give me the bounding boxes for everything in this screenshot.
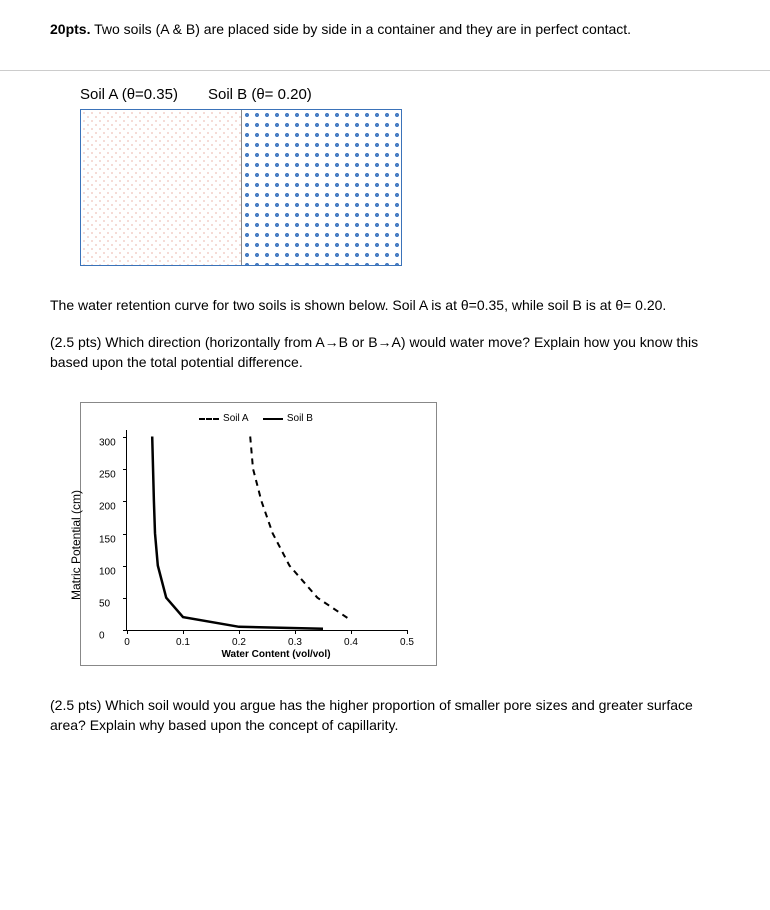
retention-curve-text: The water retention curve for two soils …	[50, 296, 720, 316]
soil-b-label: Soil B (θ= 0.20)	[208, 86, 312, 103]
legend-solid-icon	[263, 418, 283, 420]
legend-soil-a: Soil A	[223, 413, 248, 424]
y-tick-label: 150	[99, 534, 116, 545]
soil-a-label: Soil A (θ=0.35)	[80, 86, 178, 103]
soil-b-box	[242, 110, 402, 265]
chart-curves	[127, 430, 407, 630]
y-tick-label: 250	[99, 470, 116, 481]
plot-area: 05010015020025030000.10.20.30.40.5	[126, 430, 407, 631]
separator	[0, 70, 770, 71]
y-tick-label: 300	[99, 437, 116, 448]
soil-a-box	[81, 110, 242, 265]
y-tick-label: 0	[99, 631, 105, 642]
question-1: (2.5 pts) Which direction (horizontally …	[50, 333, 720, 372]
x-tick-label: 0.2	[232, 637, 246, 648]
diagram-labels: Soil A (θ=0.35) Soil B (θ= 0.20)	[80, 86, 720, 103]
y-axis-label: Matric Potential (cm)	[69, 490, 83, 600]
soil-b-curve	[152, 437, 323, 629]
points-label: 20pts.	[50, 21, 90, 37]
soil-container-diagram	[80, 109, 402, 266]
x-axis-label: Water Content (vol/vol)	[126, 649, 426, 660]
x-tick-label: 0.1	[176, 637, 190, 648]
question-2: (2.5 pts) Which soil would you argue has…	[50, 696, 720, 735]
intro-text: Two soils (A & B) are placed side by sid…	[90, 21, 631, 37]
y-tick-label: 200	[99, 502, 116, 513]
intro-paragraph: 20pts. Two soils (A & B) are placed side…	[50, 20, 720, 40]
legend-soil-b: Soil B	[287, 413, 313, 424]
x-tick-label: 0.5	[400, 637, 414, 648]
chart-legend: Soil A Soil B	[86, 413, 426, 424]
x-tick-label: 0.3	[288, 637, 302, 648]
legend-dash-icon	[199, 418, 219, 420]
y-tick-label: 100	[99, 566, 116, 577]
x-tick-label: 0.4	[344, 637, 358, 648]
x-tick-label: 0	[124, 637, 130, 648]
y-tick-label: 50	[99, 599, 110, 610]
retention-curve-chart: Soil A Soil B Matric Potential (cm) 0501…	[80, 402, 437, 666]
soil-a-curve	[250, 437, 351, 621]
